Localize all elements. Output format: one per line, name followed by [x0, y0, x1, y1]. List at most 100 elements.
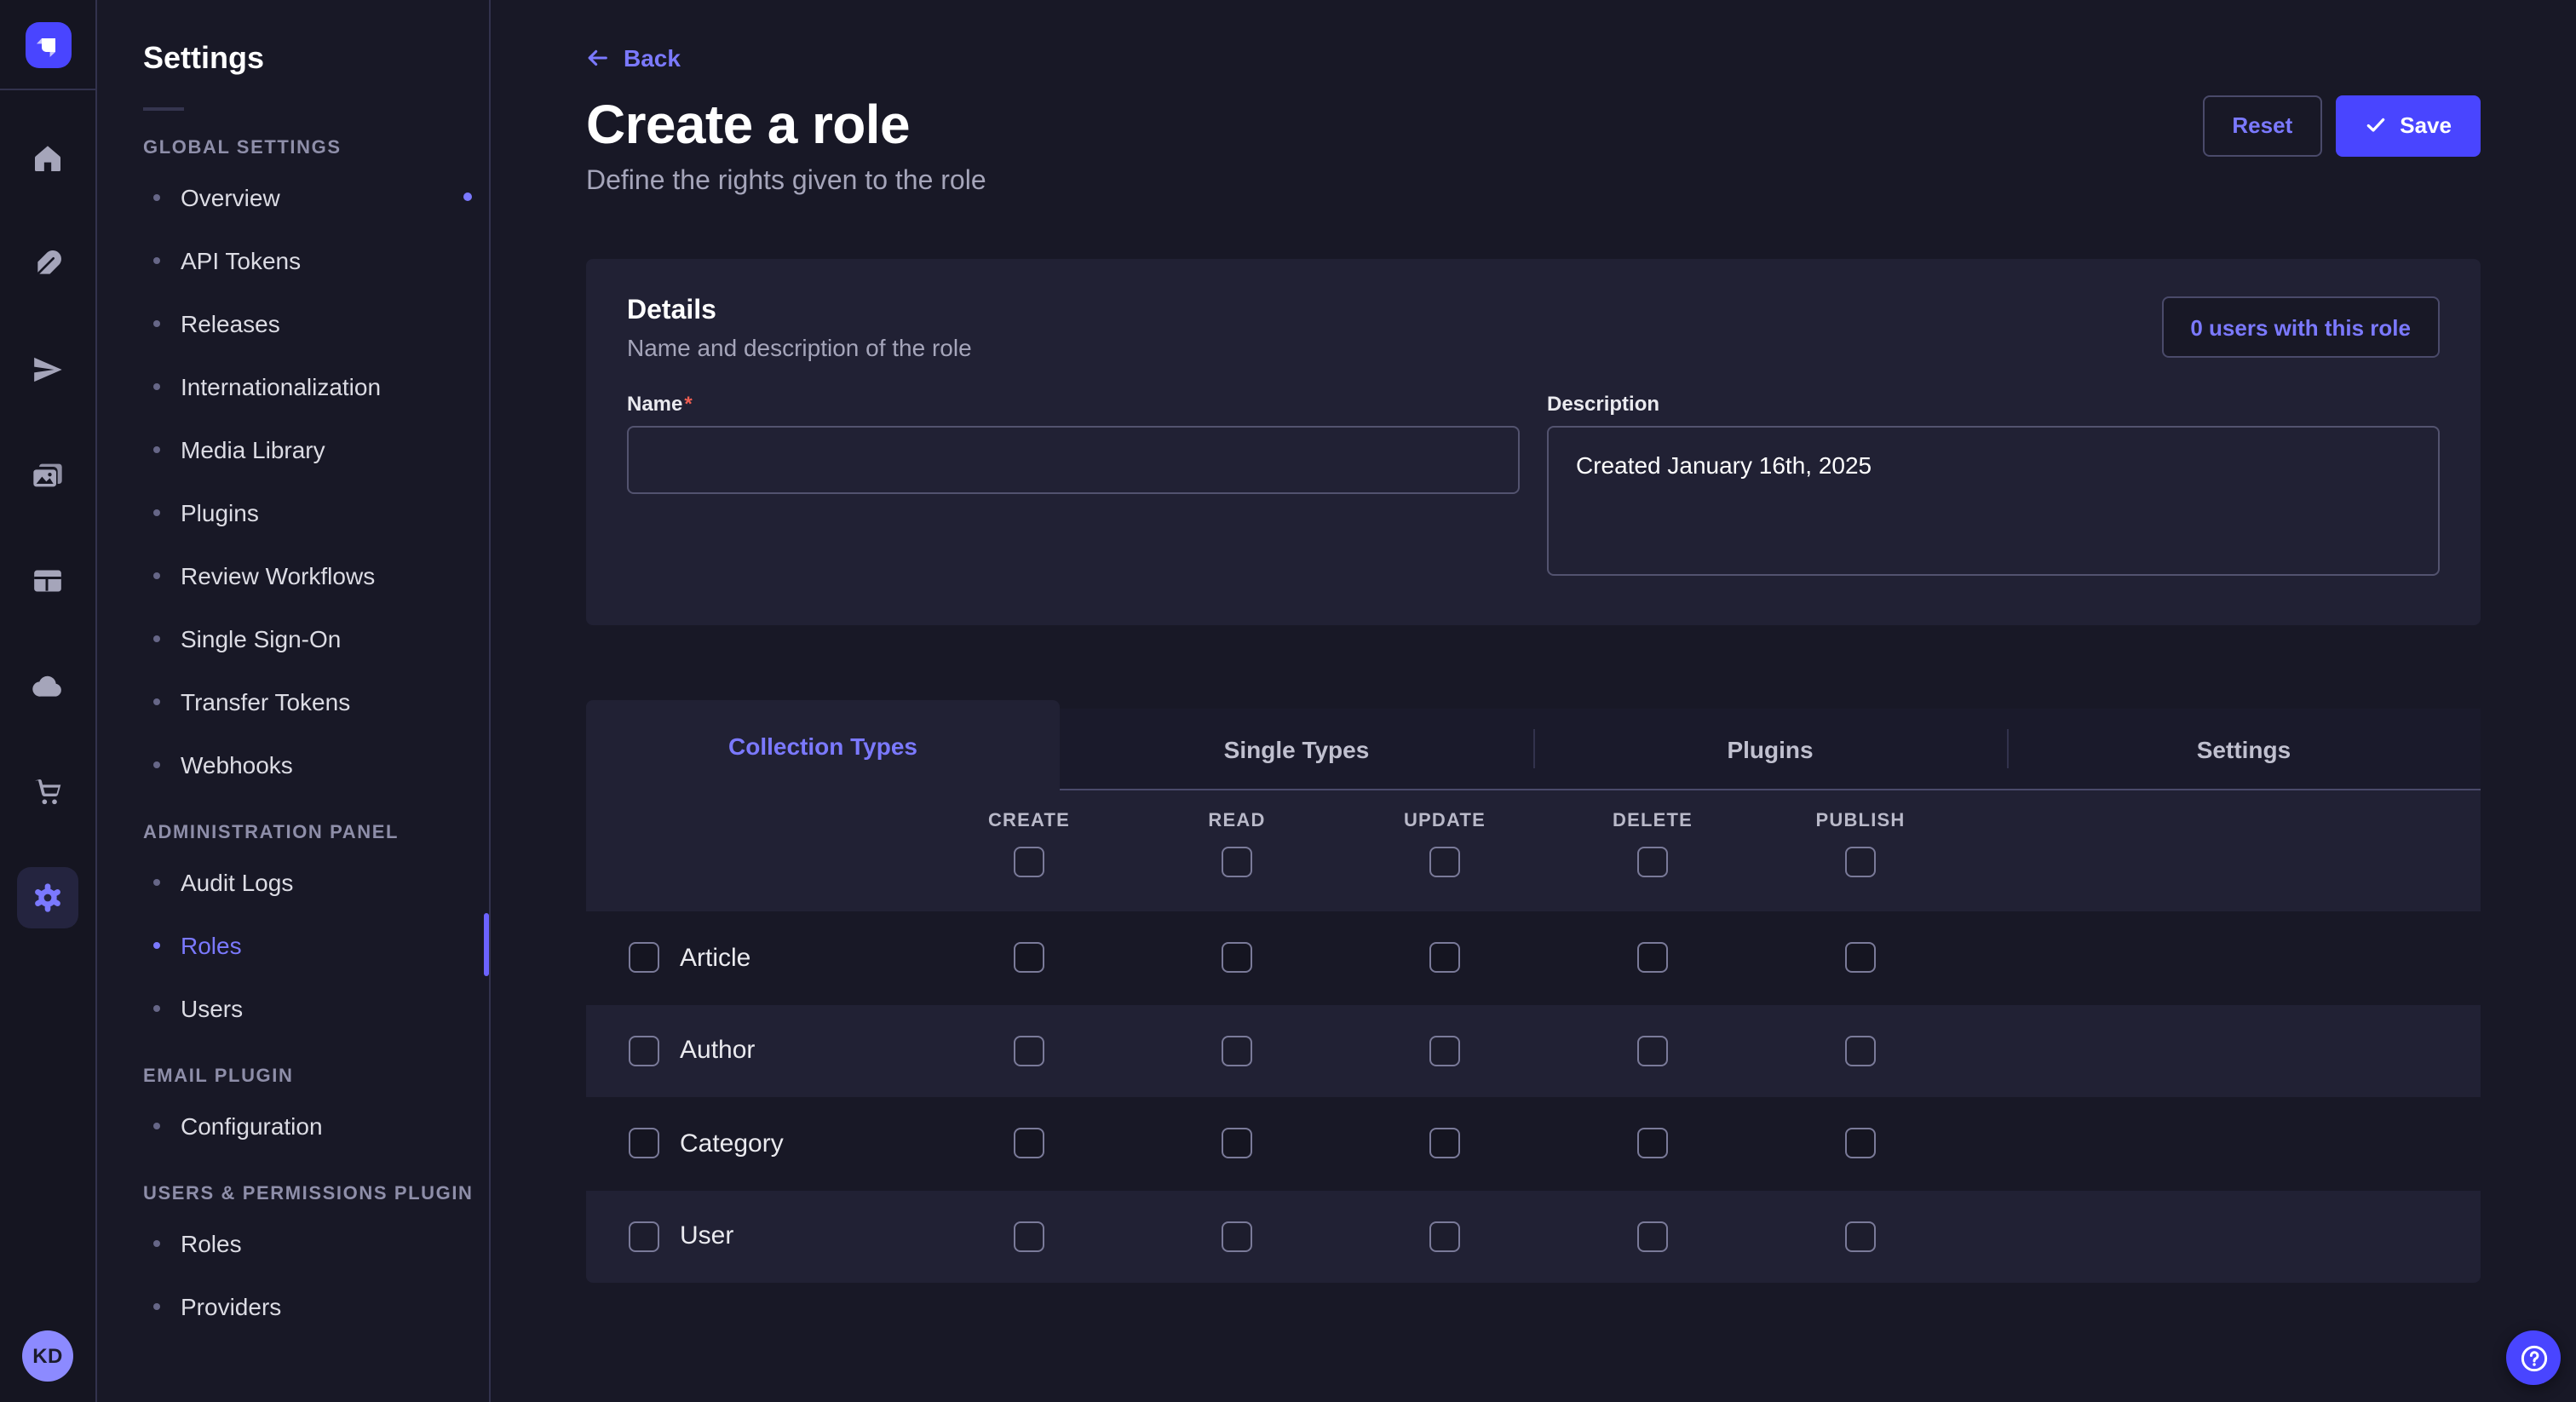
author-select-checkbox[interactable] — [629, 1036, 659, 1066]
row-label: Author — [680, 1037, 755, 1066]
nav-content-manager-button[interactable] — [17, 233, 78, 295]
page-title: Create a role — [586, 94, 910, 157]
author-update-checkbox[interactable] — [1429, 1036, 1460, 1066]
user-delete-checkbox[interactable] — [1637, 1221, 1668, 1252]
back-link[interactable]: Back — [586, 44, 681, 72]
sidebar-item-webhooks[interactable]: Webhooks — [97, 733, 489, 796]
role-description-textarea[interactable] — [1547, 426, 2440, 576]
nav-settings-button[interactable] — [17, 867, 78, 928]
user-create-checkbox[interactable] — [1014, 1221, 1044, 1252]
category-select-checkbox[interactable] — [629, 1129, 659, 1159]
name-field-group: Name* — [627, 392, 1520, 584]
sidebar-item-roles-2[interactable]: Roles — [97, 1211, 489, 1274]
row-label-cell: Category — [586, 1129, 925, 1159]
nav-home-button[interactable] — [17, 128, 78, 189]
author-publish-checkbox[interactable] — [1845, 1036, 1876, 1066]
bullet-icon — [153, 572, 160, 578]
help-button[interactable] — [2506, 1330, 2561, 1385]
select-all-delete-checkbox[interactable] — [1637, 847, 1668, 877]
category-read-checkbox[interactable] — [1222, 1129, 1252, 1159]
gear-icon — [31, 881, 65, 915]
tab-settings[interactable]: Settings — [2007, 709, 2481, 790]
page-subtitle: Define the rights given to the role — [586, 167, 2481, 198]
nav-cloud-button[interactable] — [17, 656, 78, 717]
subnav-item-list: Configuration — [97, 1094, 489, 1157]
sidebar-item-label: Review Workflows — [181, 561, 375, 589]
nav-content-type-builder-button[interactable] — [17, 550, 78, 612]
media-images-icon — [31, 458, 65, 492]
tab-plugins[interactable]: Plugins — [1533, 709, 2007, 790]
category-create-checkbox[interactable] — [1014, 1129, 1044, 1159]
users-with-role-button[interactable]: 0 users with this role — [2161, 296, 2440, 358]
tab-single-types[interactable]: Single Types — [1060, 709, 1533, 790]
sidebar-item-releases[interactable]: Releases — [97, 291, 489, 354]
sidebar-item-api-tokens[interactable]: API Tokens — [97, 228, 489, 291]
sidebar-item-providers[interactable]: Providers — [97, 1274, 489, 1337]
user-publish-checkbox[interactable] — [1845, 1221, 1876, 1252]
reset-button[interactable]: Reset — [2203, 95, 2321, 156]
nav-marketplace-button[interactable] — [17, 761, 78, 823]
sidebar-item-audit-logs[interactable]: Audit Logs — [97, 850, 489, 913]
select-all-update-checkbox[interactable] — [1429, 847, 1460, 877]
notification-dot — [463, 192, 472, 201]
nav-releases-button[interactable] — [17, 339, 78, 400]
category-update-checkbox[interactable] — [1429, 1129, 1460, 1159]
users-with-role-label: 0 users with this role — [2190, 314, 2411, 340]
permission-cell — [1757, 1221, 1964, 1252]
sidebar-item-label: Media Library — [181, 435, 325, 463]
save-button[interactable]: Save — [2335, 95, 2481, 156]
tab-collection-types[interactable]: Collection Types — [586, 700, 1060, 790]
article-delete-checkbox[interactable] — [1637, 943, 1668, 974]
sidebar-item-review-workflows[interactable]: Review Workflows — [97, 543, 489, 606]
author-read-checkbox[interactable] — [1222, 1036, 1252, 1066]
sidebar-item-single-sign-on[interactable]: Single Sign-On — [97, 606, 489, 669]
subnav-title: Settings — [143, 41, 489, 77]
user-update-checkbox[interactable] — [1429, 1221, 1460, 1252]
sidebar-item-users[interactable]: Users — [97, 976, 489, 1039]
sidebar-item-label: Audit Logs — [181, 868, 293, 895]
strapi-logo-icon — [25, 22, 71, 68]
user-read-checkbox[interactable] — [1222, 1221, 1252, 1252]
description-field-group: Description — [1547, 392, 2440, 584]
nav-media-library-button[interactable] — [17, 445, 78, 506]
article-create-checkbox[interactable] — [1014, 943, 1044, 974]
select-all-publish-checkbox[interactable] — [1845, 847, 1876, 877]
select-all-read-checkbox[interactable] — [1222, 847, 1252, 877]
bullet-icon — [153, 445, 160, 452]
strapi-logo[interactable] — [25, 22, 71, 68]
permission-cell — [1757, 1129, 1964, 1159]
feather-icon — [31, 247, 65, 281]
sidebar-item-label: Internationalization — [181, 372, 381, 399]
sidebar-item-plugins[interactable]: Plugins — [97, 480, 489, 543]
back-label: Back — [624, 44, 681, 72]
permission-cell — [1133, 943, 1341, 974]
role-name-input[interactable] — [627, 426, 1520, 494]
title-actions: Reset Save — [2203, 95, 2481, 156]
select-all-create-checkbox[interactable] — [1014, 847, 1044, 877]
sidebar-item-roles[interactable]: Roles — [97, 913, 489, 976]
details-fields: Name* Description — [627, 392, 2440, 584]
user-avatar[interactable]: KD — [22, 1330, 73, 1382]
article-select-checkbox[interactable] — [629, 943, 659, 974]
bullet-icon — [153, 1302, 160, 1309]
article-update-checkbox[interactable] — [1429, 943, 1460, 974]
sidebar-item-internationalization[interactable]: Internationalization — [97, 354, 489, 417]
permission-cell — [925, 1036, 1133, 1066]
sidebar-item-configuration[interactable]: Configuration — [97, 1094, 489, 1157]
save-button-label: Save — [2400, 112, 2452, 138]
category-publish-checkbox[interactable] — [1845, 1129, 1876, 1159]
user-select-checkbox[interactable] — [629, 1221, 659, 1252]
bullet-icon — [153, 941, 160, 948]
home-icon — [31, 141, 65, 175]
article-read-checkbox[interactable] — [1222, 943, 1252, 974]
category-delete-checkbox[interactable] — [1637, 1129, 1668, 1159]
bullet-icon — [153, 878, 160, 885]
row-label-cell: Article — [586, 943, 925, 974]
author-delete-checkbox[interactable] — [1637, 1036, 1668, 1066]
sidebar-item-media-library[interactable]: Media Library — [97, 417, 489, 480]
sidebar-item-overview[interactable]: Overview — [97, 165, 489, 228]
author-create-checkbox[interactable] — [1014, 1036, 1044, 1066]
sidebar-item-transfer-tokens[interactable]: Transfer Tokens — [97, 669, 489, 733]
article-publish-checkbox[interactable] — [1845, 943, 1876, 974]
permission-cell — [1341, 1129, 1549, 1159]
